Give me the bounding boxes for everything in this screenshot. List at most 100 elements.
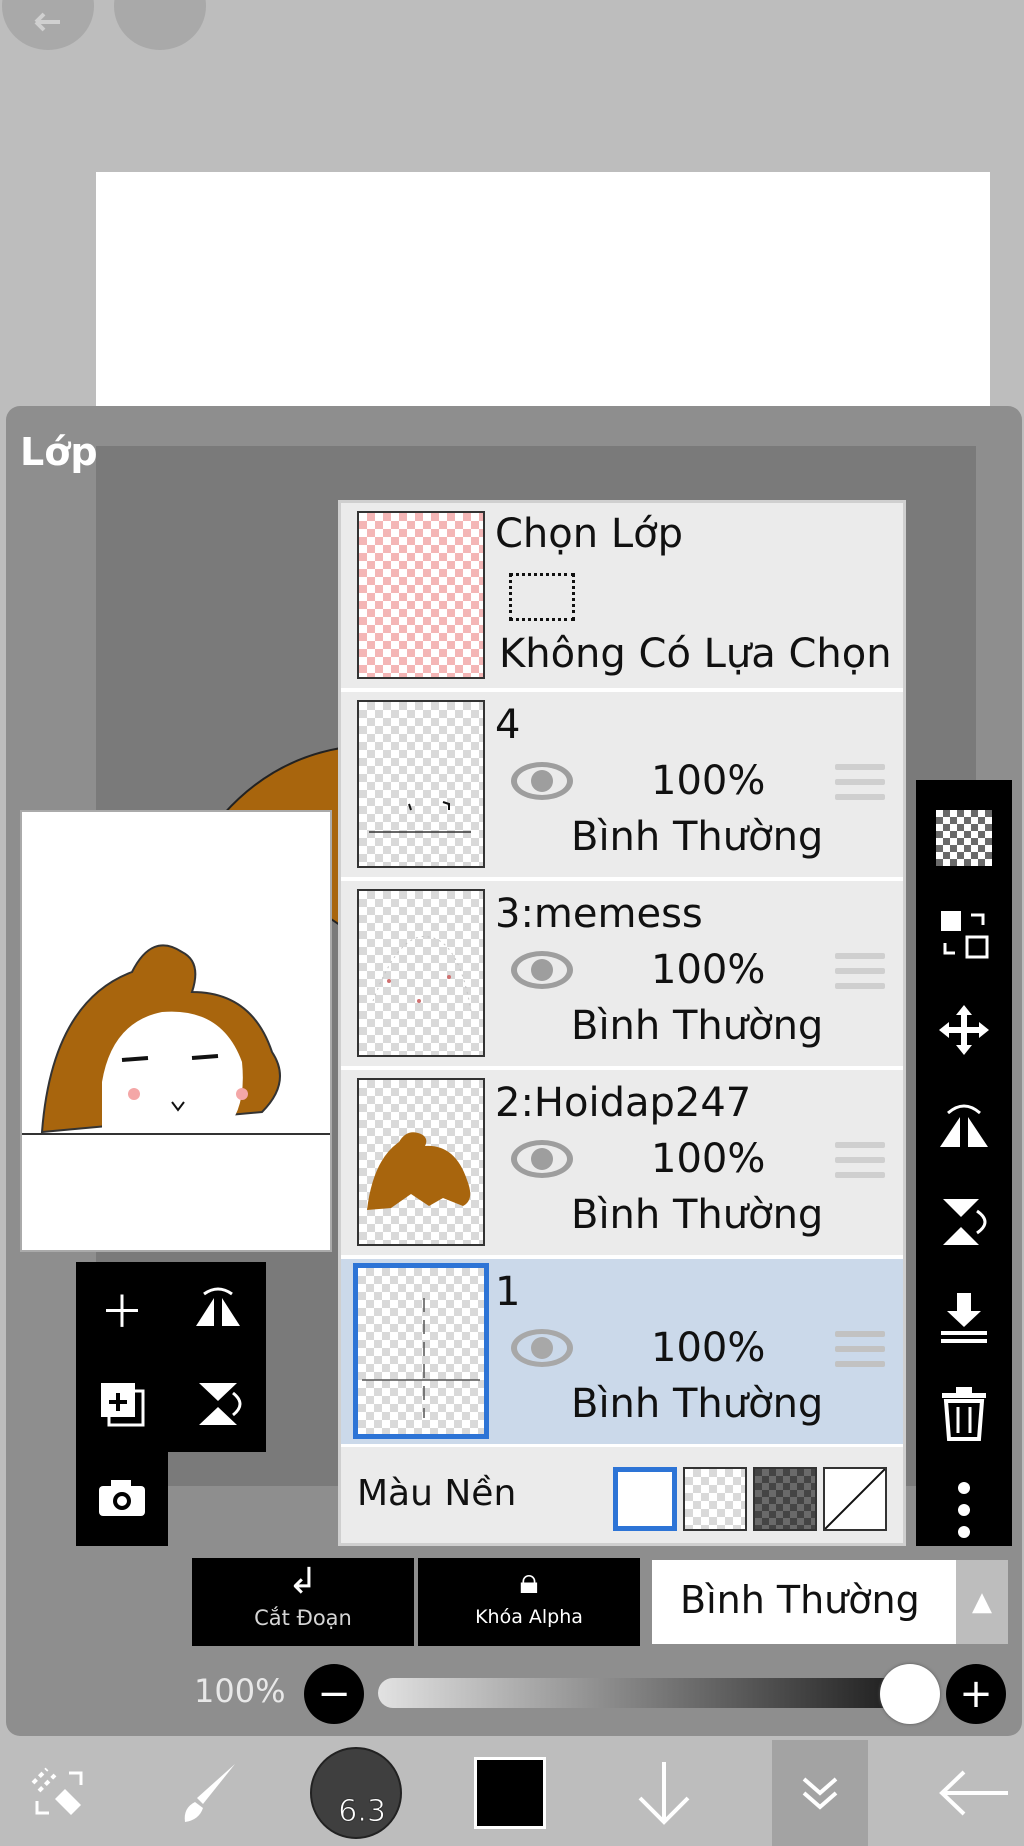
layer-thumbnail <box>357 700 485 868</box>
merge-down-icon <box>941 1293 987 1343</box>
layer-opacity: 100% <box>651 1325 766 1371</box>
chevron-up-icon[interactable]: ▲ <box>956 1560 1008 1644</box>
drag-handle-icon[interactable] <box>835 1142 885 1187</box>
opacity-value: 100% <box>194 1672 286 1710</box>
character-drawing <box>22 944 330 1135</box>
background-color-row: Màu Nền <box>341 1447 903 1543</box>
opacity-slider-knob[interactable] <box>880 1664 940 1724</box>
drag-handle-icon[interactable] <box>835 953 885 998</box>
quick-menu-button[interactable] <box>10 1740 110 1846</box>
layer-list: Chọn Lớp Không Có Lựa Chọn 4 100% Bình T… <box>338 500 906 1546</box>
flip-vertical-icon <box>199 1383 242 1425</box>
chevron-double-down-icon <box>802 1777 838 1810</box>
drawing-canvas[interactable] <box>96 172 990 412</box>
brush-size-value: 6.3 <box>338 1794 387 1830</box>
minus-icon: − <box>317 1671 351 1717</box>
brush-icon <box>184 1764 235 1822</box>
alpha-lock-button[interactable]: 🔒︎ Khóa Alpha <box>418 1558 640 1646</box>
plus-icon: + <box>959 1671 993 1717</box>
flip-horizontal-button[interactable] <box>172 1262 264 1354</box>
layer-row[interactable]: 4 100% Bình Thường <box>341 692 903 880</box>
bg-transparent-swatch[interactable] <box>683 1467 747 1531</box>
more-options-button[interactable] <box>916 1462 1012 1558</box>
layer-blend-mode: Bình Thường <box>571 814 824 860</box>
import-photo-button[interactable] <box>76 1452 168 1544</box>
selection-thumbnail <box>357 511 485 679</box>
flip-vertical-icon <box>943 1199 987 1245</box>
bg-white-swatch[interactable] <box>613 1467 677 1531</box>
flip-horizontal-icon <box>196 1287 240 1326</box>
layer-thumbnail <box>357 1078 485 1246</box>
checker-icon <box>936 810 992 866</box>
layer-4-preview <box>369 801 471 833</box>
eye-icon[interactable] <box>509 760 575 806</box>
arrow-down-icon <box>638 1762 690 1825</box>
delete-layer-button[interactable] <box>916 1366 1012 1462</box>
layer-tools-left-bottom <box>76 1452 168 1546</box>
opacity-increase-button[interactable]: + <box>946 1664 1006 1724</box>
move-icon <box>939 1005 989 1055</box>
opacity-decrease-button[interactable]: − <box>304 1664 364 1724</box>
layer-thumbnail <box>357 889 485 1057</box>
brush-size-preview: 6.3 <box>310 1747 402 1839</box>
arrow-left-icon <box>939 1770 1008 1816</box>
selection-status: Không Có Lựa Chọn <box>499 631 892 677</box>
bg-dark-checker-swatch[interactable] <box>753 1467 817 1531</box>
layer-name: 4 <box>495 702 521 748</box>
redo-button[interactable] <box>114 0 206 50</box>
brush-size-button[interactable]: 6.3 <box>306 1740 406 1846</box>
camera-icon <box>99 1480 145 1516</box>
layer-opacity: 100% <box>651 947 766 993</box>
clipping-button[interactable]: ↲ Cắt Đoạn <box>192 1558 414 1646</box>
opacity-slider[interactable] <box>378 1678 904 1708</box>
layers-button[interactable] <box>772 1740 868 1846</box>
layer-swap-button[interactable] <box>916 886 1012 982</box>
undo-icon <box>34 12 60 32</box>
layer-opacity: 100% <box>651 1136 766 1182</box>
selection-layer-row[interactable]: Chọn Lớp Không Có Lựa Chọn <box>341 503 903 691</box>
eye-icon[interactable] <box>509 949 575 995</box>
duplicate-layer-button[interactable] <box>76 1358 168 1450</box>
blend-mode-select[interactable]: Bình Thường <box>652 1560 956 1644</box>
flip-horizontal-right-button[interactable] <box>916 1078 1012 1174</box>
color-picker-button[interactable] <box>460 1740 560 1846</box>
clipping-arrow-icon: ↲ <box>287 1561 319 1602</box>
bottom-toolbar: 6.3 <box>0 1740 1024 1846</box>
layer-preview-thumbnail <box>20 810 332 1252</box>
flip-horizontal-icon <box>940 1104 988 1147</box>
eye-icon[interactable] <box>509 1138 575 1184</box>
layer-blend-mode: Bình Thường <box>571 1003 824 1049</box>
merge-down-button[interactable] <box>916 1270 1012 1366</box>
add-layer-button[interactable]: ＋ <box>76 1262 168 1354</box>
selection-marquee-icon <box>509 573 575 621</box>
layer-3-preview <box>372 936 472 1012</box>
layer-name: 3:memess <box>495 891 703 937</box>
bg-none-swatch[interactable] <box>823 1467 887 1531</box>
flip-vertical-right-button[interactable] <box>916 1174 1012 1270</box>
back-button[interactable] <box>926 1740 1022 1846</box>
brush-tool-button[interactable] <box>160 1740 260 1846</box>
layer-name: 1 <box>495 1269 521 1315</box>
swap-icon <box>941 911 989 959</box>
layer-2-preview <box>367 1132 471 1210</box>
alpha-lock-label: Khóa Alpha <box>475 1606 583 1628</box>
eye-icon[interactable] <box>509 1327 575 1373</box>
drag-handle-icon[interactable] <box>835 1331 885 1376</box>
layer-thumbnail <box>353 1263 489 1439</box>
layer-down-button[interactable] <box>614 1740 714 1846</box>
flip-vertical-button[interactable] <box>172 1358 264 1450</box>
layer-row[interactable]: 2:Hoidap247 100% Bình Thường <box>341 1070 903 1258</box>
background-color-label: Màu Nền <box>357 1473 517 1514</box>
layer-1-preview <box>362 1298 480 1418</box>
panel-title: Lớp <box>20 430 98 474</box>
clipping-label: Cắt Đoạn <box>254 1606 352 1630</box>
transparent-layer-button[interactable] <box>916 790 1012 886</box>
layer-opacity: 100% <box>651 758 766 804</box>
lock-icon: 🔒︎ <box>519 1561 539 1602</box>
drag-handle-icon[interactable] <box>835 764 885 809</box>
layer-row-selected[interactable]: 1 100% Bình Thường <box>341 1259 903 1447</box>
layer-row[interactable]: 3:memess 100% Bình Thường <box>341 881 903 1069</box>
layer-name: 2:Hoidap247 <box>495 1080 752 1126</box>
undo-button[interactable] <box>2 0 94 50</box>
move-button[interactable] <box>916 982 1012 1078</box>
